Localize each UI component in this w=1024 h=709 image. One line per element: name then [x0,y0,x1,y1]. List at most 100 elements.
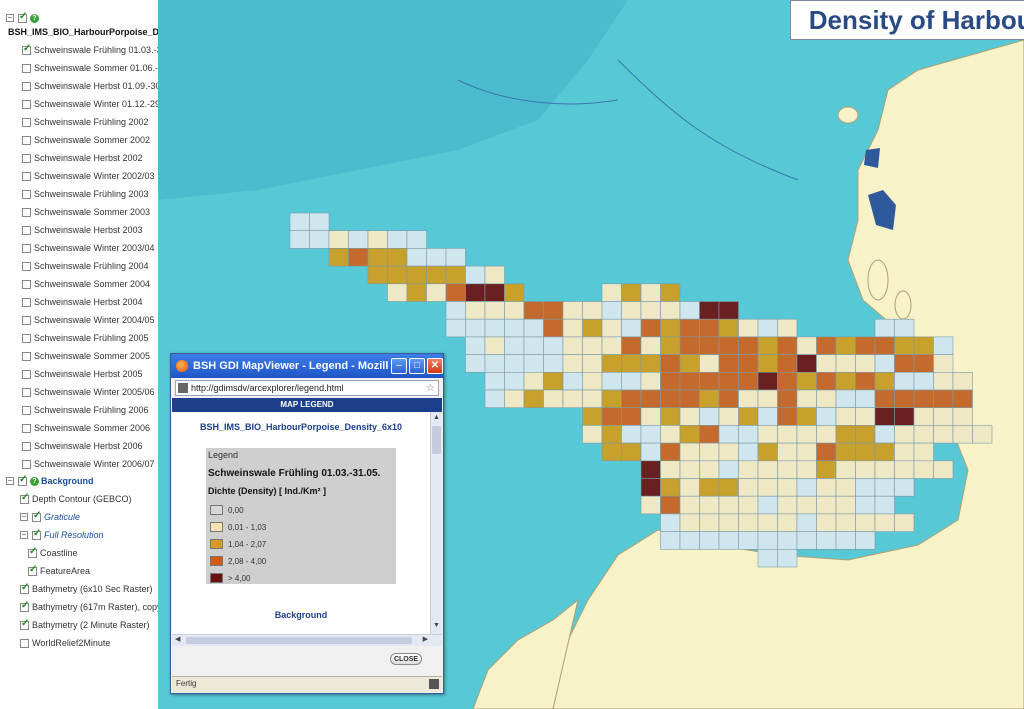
horizontal-scrollbar[interactable]: ◀ ▶ [172,634,442,646]
expand-icon[interactable]: − [20,531,28,539]
layer-checkbox[interactable] [22,63,31,73]
layer-checkbox[interactable] [28,564,37,576]
layer-item[interactable]: Bathymetry (617m Raster), copyr [20,599,158,615]
scroll-left-icon[interactable]: ◀ [175,635,180,643]
layer-checkbox[interactable] [22,43,31,55]
hscroll-thumb[interactable] [186,637,412,644]
layer-checkbox[interactable] [20,492,29,504]
layer-item[interactable]: Schweinswale Herbst 2003 [22,222,143,238]
layer-item[interactable]: Schweinswale Frühling 2005 [22,330,149,346]
layer-item[interactable]: Schweinswale Winter 2006/07 [22,456,155,472]
density-cell [757,336,778,355]
layer-checkbox[interactable] [20,582,29,594]
layer-item[interactable]: Depth Contour (GEBCO) [20,491,132,507]
layer-checkbox[interactable] [22,369,31,379]
collapse-icon[interactable]: − [6,477,14,485]
expand-icon[interactable]: − [20,513,28,521]
density-cell [835,495,856,515]
layer-item[interactable]: Schweinswale Herbst 2004 [22,294,143,310]
layer-item[interactable]: Schweinswale Frühling 2003 [22,186,149,202]
density-cell [757,389,778,409]
layer-checkbox[interactable] [22,207,31,217]
scroll-up-icon[interactable]: ▲ [432,414,441,424]
layer-checkbox[interactable] [22,279,31,289]
layer-checkbox[interactable] [22,243,31,253]
bookmark-star-icon[interactable]: ☆ [426,383,435,394]
layer-item[interactable]: Schweinswale Frühling 2002 [22,114,149,130]
layer-checkbox[interactable] [22,171,31,181]
group-checkbox[interactable] [18,11,27,23]
density-cell [796,460,817,479]
close-window-button[interactable]: ✕ [427,358,443,374]
layer-item[interactable]: Schweinswale Winter 2004/05 [22,312,155,328]
layer-item[interactable]: Schweinswale Winter 2003/04 [22,240,155,256]
minimize-button[interactable]: – [391,358,407,374]
layer-checkbox[interactable] [22,135,31,145]
layer-checkbox[interactable] [22,423,31,433]
legend-titlebar[interactable]: BSH GDI MapViewer - Legend - Mozill... –… [171,354,443,378]
layer-checkbox[interactable] [22,81,31,91]
layer-checkbox[interactable] [20,638,29,648]
layer-item[interactable]: Schweinswale Herbst 2006 [22,438,143,454]
layer-checkbox[interactable] [22,189,31,199]
layer-item[interactable]: Schweinswale Frühling 01.03.-31. [22,42,158,58]
density-cell [913,371,934,391]
layer-item[interactable]: Schweinswale Sommer 2006 [22,420,150,436]
layer-checkbox[interactable] [22,459,31,469]
layer-checkbox[interactable] [22,387,31,397]
layer-item[interactable]: Schweinswale Sommer 01.06.-31 [22,60,158,76]
density-cell [660,495,681,515]
url-bar[interactable]: http://gdimsdv/arcexplorer/legend.html ☆ [175,380,439,396]
help-icon[interactable]: ? [30,13,39,23]
layer-group-header[interactable]: −?Background [6,473,94,489]
layer-item[interactable]: − Graticule [20,509,80,525]
layer-item[interactable]: Schweinswale Sommer 2002 [22,132,150,148]
layer-item[interactable]: Schweinswale Sommer 2005 [22,348,150,364]
url-text[interactable]: http://gdimsdv/arcexplorer/legend.html [191,383,344,393]
layer-item[interactable]: WorldRelief2Minute [20,635,110,651]
layer-checkbox[interactable] [22,99,31,109]
scroll-thumb[interactable] [432,426,441,454]
maximize-button[interactable]: □ [409,358,425,374]
layer-item[interactable]: Schweinswale Frühling 2004 [22,258,149,274]
layer-checkbox[interactable] [22,117,31,127]
close-button[interactable]: CLOSE [390,653,422,665]
group-checkbox[interactable] [18,474,27,486]
legend-window[interactable]: BSH GDI MapViewer - Legend - Mozill... –… [170,353,444,694]
layer-item[interactable]: Schweinswale Sommer 2003 [22,204,150,220]
collapse-icon[interactable]: − [6,14,14,22]
layer-checkbox[interactable] [32,528,41,540]
layer-item[interactable]: Schweinswale Sommer 2004 [22,276,150,292]
layer-item[interactable]: Schweinswale Herbst 2005 [22,366,143,382]
layer-checkbox[interactable] [22,261,31,271]
layer-item[interactable]: Schweinswale Herbst 2002 [22,150,143,166]
layer-item[interactable]: Bathymetry (6x10 Sec Raster) [20,581,153,597]
layer-item[interactable]: Coastline [28,545,78,561]
layer-checkbox[interactable] [22,333,31,343]
layer-checkbox[interactable] [20,600,29,612]
density-cell [874,460,895,479]
layer-checkbox[interactable] [22,405,31,415]
help-icon[interactable]: ? [30,476,39,486]
layer-item[interactable]: Schweinswale Winter 2005/06 [22,384,155,400]
layer-item[interactable]: − Full Resolution [20,527,104,543]
layer-item[interactable]: FeatureArea [28,563,90,579]
layer-checkbox[interactable] [22,351,31,361]
layer-checkbox[interactable] [28,546,37,558]
layer-checkbox[interactable] [22,315,31,325]
layer-item[interactable]: Schweinswale Frühling 2006 [22,402,149,418]
vertical-scrollbar[interactable]: ▲ ▼ [430,412,442,634]
layer-item[interactable]: Schweinswale Herbst 01.09.-30.1 [22,78,158,94]
density-cell [426,265,447,285]
layer-checkbox[interactable] [22,297,31,307]
layer-checkbox[interactable] [22,153,31,163]
layer-checkbox[interactable] [22,225,31,235]
layer-checkbox[interactable] [20,618,29,630]
layer-item[interactable]: Schweinswale Winter 01.12.-29.0 [22,96,158,112]
scroll-down-icon[interactable]: ▼ [432,622,441,632]
scroll-right-icon[interactable]: ▶ [423,635,428,643]
layer-item[interactable]: Bathymetry (2 Minute Raster) [20,617,150,633]
layer-checkbox[interactable] [32,510,41,522]
layer-item[interactable]: Schweinswale Winter 2002/03 [22,168,155,184]
layer-checkbox[interactable] [22,441,31,451]
